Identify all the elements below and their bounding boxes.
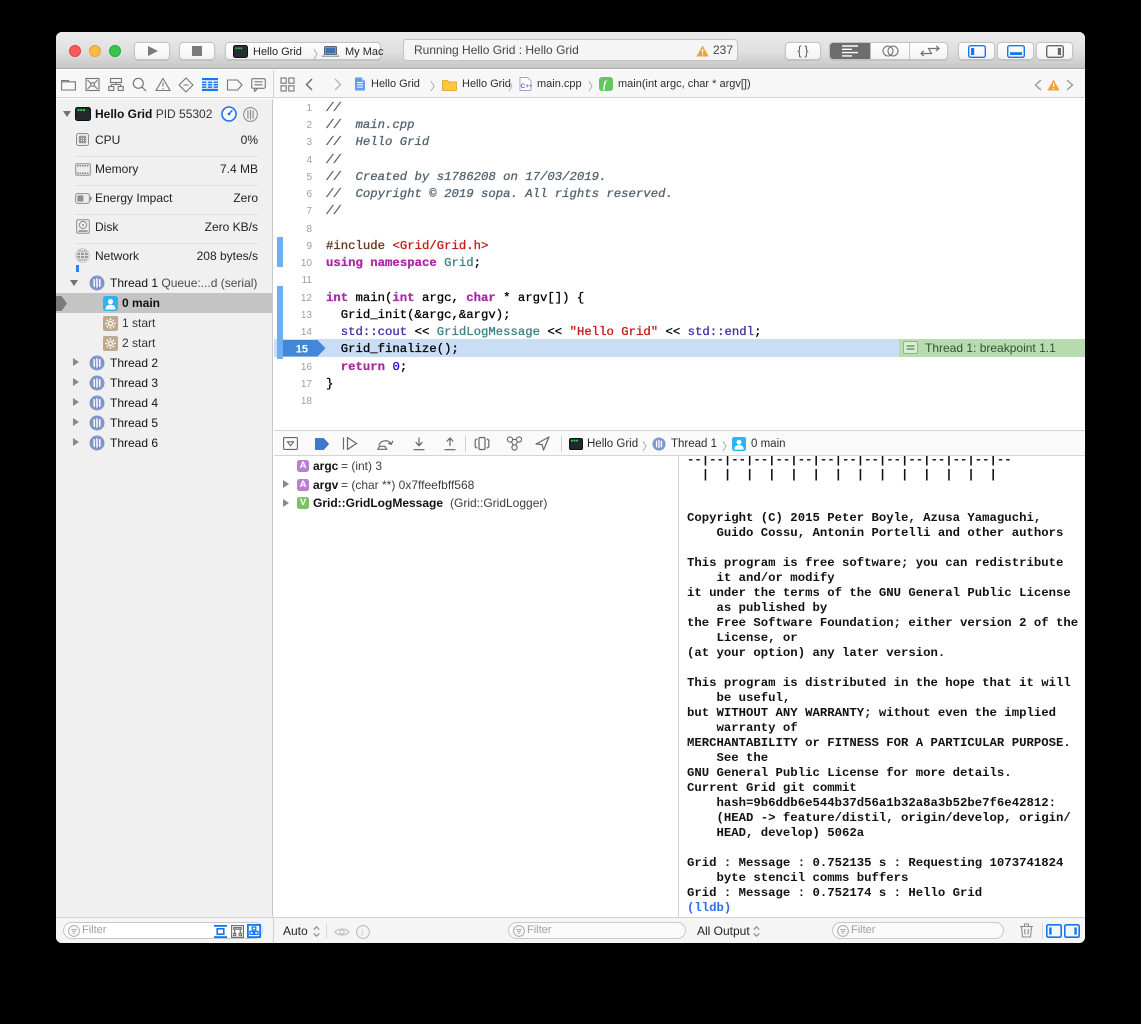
svg-text:i: i [361,928,364,938]
svg-text:C++: C++ [521,83,533,90]
